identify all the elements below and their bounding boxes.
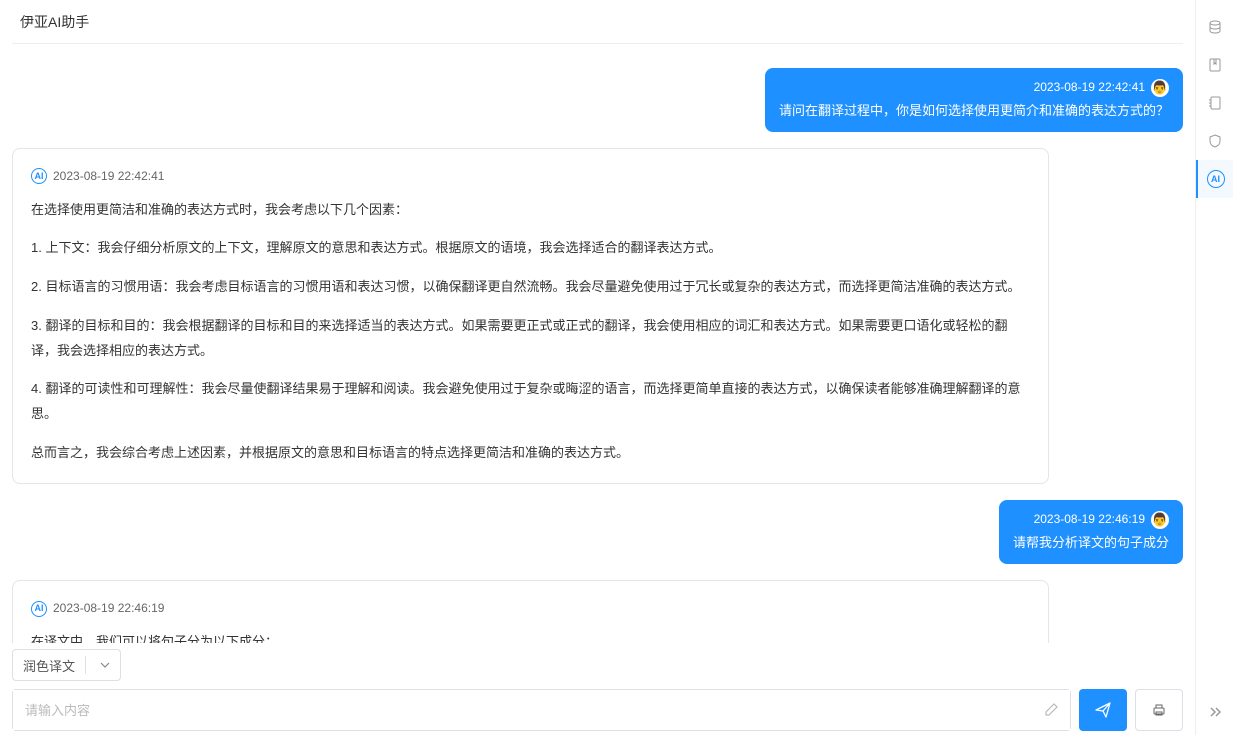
sidebar-item-bookmark[interactable]	[1196, 46, 1233, 84]
send-icon	[1094, 701, 1112, 719]
bookmark-icon	[1207, 57, 1223, 73]
ai-message-paragraph: 4. 翻译的可读性和可理解性：我会尽量使翻译结果易于理解和阅读。我会避免使用过于…	[31, 377, 1030, 426]
shield-icon	[1207, 133, 1223, 149]
ai-message-paragraph: 总而言之，我会综合考虑上述因素，并根据原文的意思和目标语言的特点选择更简洁和准确…	[31, 441, 1030, 466]
ai-message-paragraph: 3. 翻译的目标和目的：我会根据翻译的目标和目的来选择适当的表达方式。如果需要更…	[31, 314, 1030, 363]
database-icon	[1207, 19, 1223, 35]
divider	[85, 656, 86, 674]
ai-icon: AI	[1207, 170, 1225, 188]
ai-badge-icon: AI	[31, 168, 47, 184]
ai-badge-icon: AI	[31, 601, 47, 617]
right-sidebar: AI	[1195, 0, 1233, 735]
message-input-wrap	[12, 689, 1071, 731]
printer-icon	[1151, 702, 1167, 718]
page-title: 伊亚AI助手	[12, 0, 1183, 44]
user-avatar: 👨	[1151, 511, 1169, 529]
sidebar-item-database[interactable]	[1196, 8, 1233, 46]
user-message-text: 请帮我分析译文的句子成分	[1013, 533, 1169, 554]
aux-button[interactable]	[1135, 689, 1183, 731]
ai-message-timestamp: 2023-08-19 22:42:41	[53, 165, 164, 188]
send-button[interactable]	[1079, 689, 1127, 731]
ai-message-paragraph: 在选择使用更简洁和准确的表达方式时，我会考虑以下几个因素：	[31, 198, 1030, 223]
chat-scroll[interactable]: 2023-08-19 22:42:41 👨 请问在翻译过程中，你是如何选择使用更…	[12, 48, 1183, 643]
ai-message-paragraph: 1. 上下文：我会仔细分析原文的上下文，理解原文的意思和表达方式。根据原文的语境…	[31, 236, 1030, 261]
sidebar-item-ai[interactable]: AI	[1196, 160, 1233, 198]
chevron-down-icon	[100, 660, 110, 670]
user-message-text: 请问在翻译过程中，你是如何选择使用更简介和准确的表达方式的？	[779, 101, 1169, 122]
ai-message: AI 2023-08-19 22:42:41 在选择使用更简洁和准确的表达方式时…	[12, 148, 1049, 484]
ai-message-timestamp: 2023-08-19 22:46:19	[53, 597, 164, 620]
user-message-timestamp: 2023-08-19 22:46:19	[1034, 510, 1145, 529]
ai-message-paragraph: 2. 目标语言的习惯用语：我会考虑目标语言的习惯用语和表达习惯，以确保翻译更自然…	[31, 275, 1030, 300]
notebook-icon	[1207, 95, 1223, 111]
prompt-mode-dropdown[interactable]: 润色译文	[12, 649, 121, 681]
message-input[interactable]	[13, 690, 1070, 730]
sidebar-item-expand[interactable]	[1196, 697, 1233, 735]
prompt-mode-label: 润色译文	[23, 656, 75, 675]
chevrons-right-icon	[1207, 704, 1223, 720]
user-message: 2023-08-19 22:42:41 👨 请问在翻译过程中，你是如何选择使用更…	[765, 68, 1183, 132]
edit-icon[interactable]	[1044, 701, 1060, 720]
sidebar-item-shield[interactable]	[1196, 122, 1233, 160]
user-message-timestamp: 2023-08-19 22:42:41	[1034, 78, 1145, 97]
user-message: 2023-08-19 22:46:19 👨 请帮我分析译文的句子成分	[999, 500, 1183, 564]
ai-message-paragraph: 在译文中，我们可以将句子分为以下成分：	[31, 630, 1030, 643]
ai-message: AI 2023-08-19 22:46:19 在译文中，我们可以将句子分为以下成…	[12, 580, 1049, 643]
page-title-text: 伊亚AI助手	[20, 14, 89, 30]
sidebar-item-notebook[interactable]	[1196, 84, 1233, 122]
user-avatar: 👨	[1151, 79, 1169, 97]
